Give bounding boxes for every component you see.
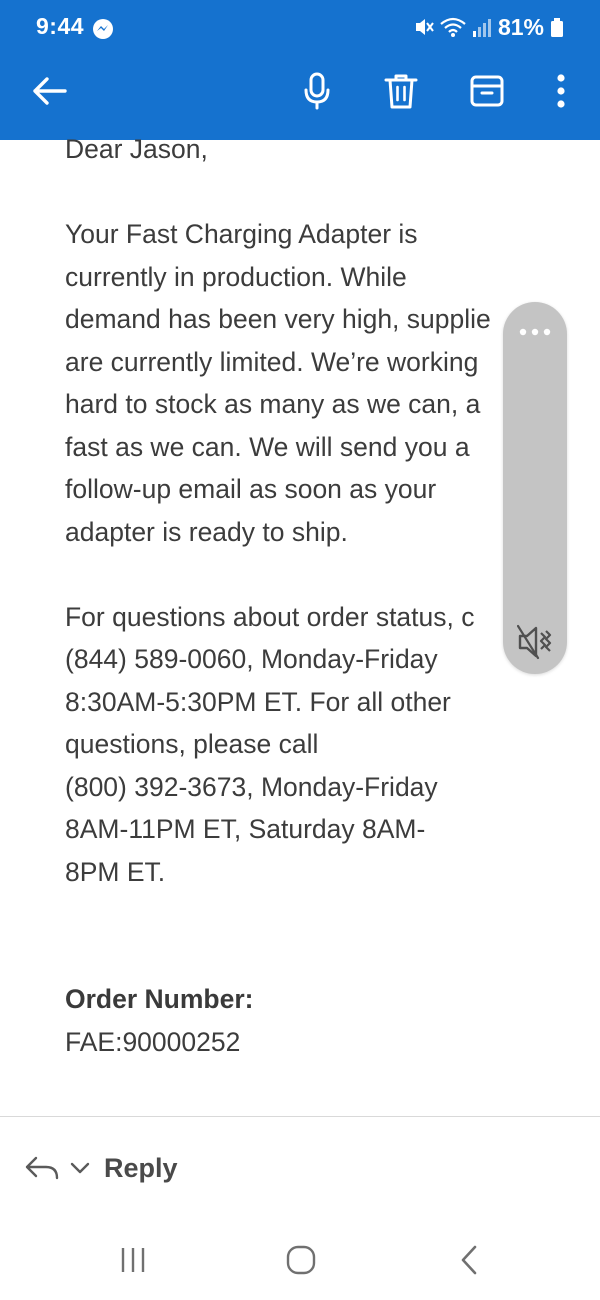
back-button[interactable]	[24, 66, 74, 116]
greeting: Dear Jason,	[65, 134, 208, 164]
reply-button[interactable]: Reply	[24, 1146, 178, 1190]
chevron-left-icon	[461, 1245, 477, 1275]
archive-button[interactable]	[462, 66, 512, 116]
order-number-label: Order Number:	[65, 984, 254, 1014]
archive-icon	[470, 75, 504, 107]
order-number-value: FAE:90000252	[65, 1026, 241, 1057]
text-line: Your Fast Charging Adapter is	[65, 219, 418, 249]
recents-icon	[121, 1248, 145, 1272]
text-line: currently in production. While	[65, 261, 407, 292]
more-horizontal-icon[interactable]	[517, 324, 553, 340]
reply-arrow-icon	[25, 1156, 59, 1180]
signal-icon	[472, 19, 491, 37]
wifi-icon	[440, 17, 466, 37]
text-line: questions, please call	[65, 729, 319, 759]
recents-button[interactable]	[108, 1238, 158, 1282]
messenger-icon	[93, 19, 113, 39]
microphone-icon	[304, 72, 330, 110]
home-icon	[286, 1245, 316, 1275]
battery-icon	[551, 18, 563, 37]
volume-mute-icon[interactable]	[517, 624, 553, 660]
text-line: 8AM-11PM ET, Saturday 8AM-	[65, 814, 426, 844]
system-back-button[interactable]	[444, 1238, 494, 1282]
divider	[0, 1116, 600, 1117]
home-button[interactable]	[276, 1238, 326, 1282]
status-icons: 81%	[414, 12, 564, 42]
dictate-button[interactable]	[292, 66, 342, 116]
system-nav-bar	[0, 1220, 600, 1300]
status-bar: 9:44 81%	[0, 0, 600, 56]
more-options-button[interactable]	[536, 66, 586, 116]
delete-button[interactable]	[376, 66, 426, 116]
battery-percent: 81%	[497, 13, 544, 40]
mute-status-icon	[415, 19, 434, 35]
status-time: 9:44	[36, 13, 85, 39]
text-line: 8PM ET.	[65, 856, 166, 887]
more-vertical-icon	[557, 74, 565, 108]
reply-label: Reply	[104, 1152, 178, 1183]
arrow-left-icon	[33, 77, 67, 105]
chevron-down-icon[interactable]	[68, 1158, 92, 1178]
app-header: 9:44 81%	[0, 0, 600, 140]
text-line: 8:30AM-5:30PM ET. For all other	[65, 686, 451, 717]
trash-icon	[384, 74, 418, 109]
floating-side-panel[interactable]	[503, 302, 567, 674]
phone-link[interactable]: (800) 392-3673, Monday-Friday	[65, 766, 585, 809]
